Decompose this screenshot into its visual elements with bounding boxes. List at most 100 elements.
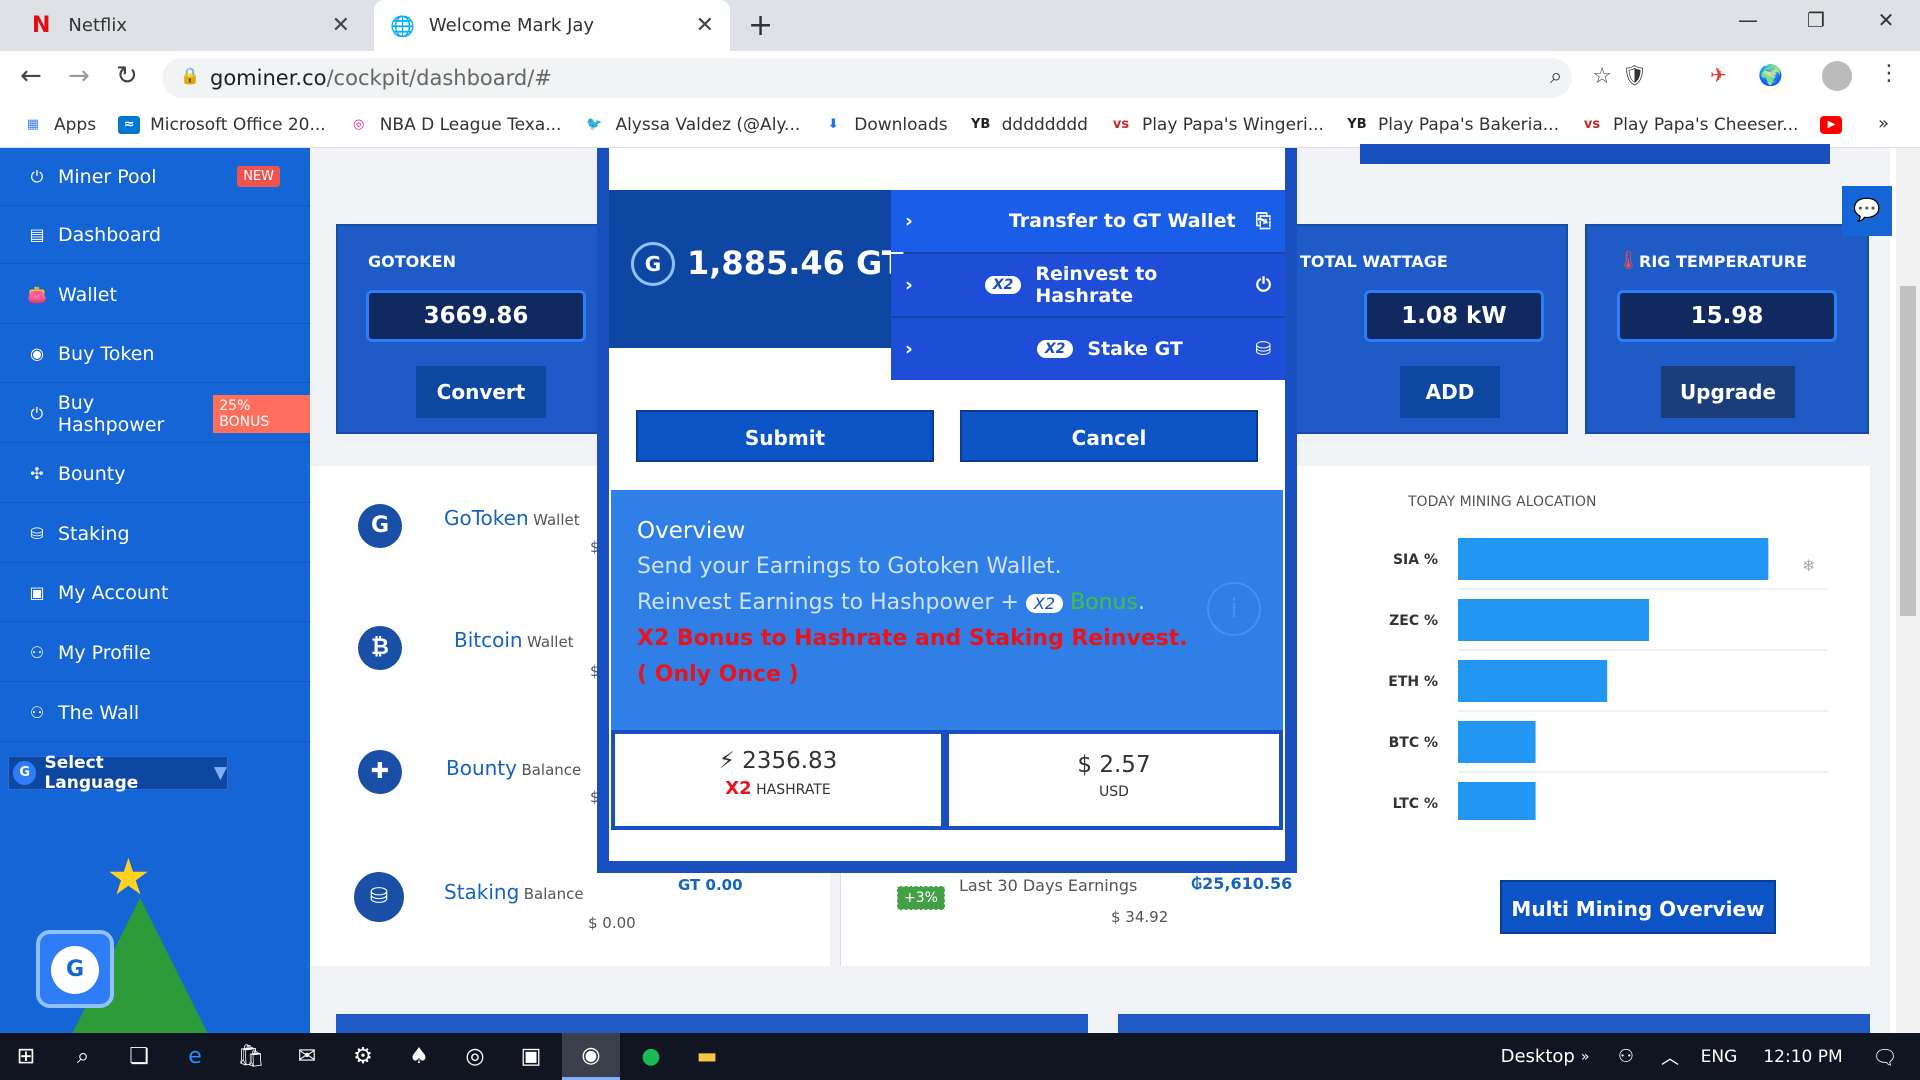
- staking-coins-icon: ⛁: [354, 872, 404, 922]
- forward-icon[interactable]: →: [68, 61, 90, 91]
- menu-icon[interactable]: ⋮: [1878, 61, 1900, 86]
- bookmark-office[interactable]: ≈ Microsoft Office 20...: [118, 115, 326, 135]
- bookmark-dddd[interactable]: YB dddddddd: [970, 115, 1088, 135]
- mail-icon[interactable]: ✉: [282, 1033, 332, 1080]
- hashrate-stat: ⚡ 2356.83 X2 HASHRATE: [615, 734, 941, 826]
- app-icon[interactable]: ◎: [450, 1033, 500, 1080]
- extension-icon[interactable]: ✈: [1710, 63, 1727, 87]
- chat-widget-logo[interactable]: G: [36, 930, 114, 1008]
- bookmark-downloads[interactable]: ⬇ Downloads: [822, 115, 948, 135]
- bookmark-nba[interactable]: ◎ NBA D League Texa...: [348, 115, 561, 135]
- extension-icon[interactable]: 🛡: [1622, 63, 1647, 87]
- cards-icon[interactable]: ♠: [394, 1033, 444, 1080]
- new-tab-icon[interactable]: +: [748, 8, 773, 43]
- gotoken-wallet[interactable]: G: [358, 504, 402, 548]
- bookmark-wingeria[interactable]: vs Play Papa's Wingeri...: [1110, 115, 1324, 135]
- bitcoin-wallet[interactable]: ₿: [358, 626, 402, 670]
- search-icon[interactable]: ⌕: [58, 1033, 108, 1080]
- youtube-icon: ▶: [1820, 116, 1843, 134]
- steam-icon[interactable]: ⚙: [338, 1033, 388, 1080]
- window-close-icon[interactable]: ✕: [1866, 8, 1906, 36]
- transfer-modal: G 1,885.46 GT › Transfer to GT Wallet ⎘ …: [597, 148, 1297, 873]
- yb-icon: YB: [1347, 117, 1367, 132]
- add-button[interactable]: ADD: [1400, 366, 1500, 418]
- sidebar-item-dashboard[interactable]: ▤ Dashboard: [0, 206, 310, 264]
- card-title: GOTOKEN: [368, 252, 456, 271]
- multi-mining-overview-button[interactable]: Multi Mining Overview: [1500, 880, 1776, 934]
- bounty-wallet[interactable]: ✚: [358, 750, 402, 794]
- sidebar-item-bounty[interactable]: ✣ Bounty: [0, 445, 310, 503]
- app-icon[interactable]: ▣: [506, 1033, 556, 1080]
- reload-icon[interactable]: ↻: [116, 61, 138, 91]
- sidebar-item-the-wall[interactable]: ⚇ The Wall: [0, 684, 310, 742]
- scrollbar[interactable]: [1896, 148, 1920, 1033]
- clock[interactable]: 12:10 PM: [1748, 1033, 1858, 1080]
- sidebar-item-miner-pool[interactable]: ⏻ Miner Pool NEW: [0, 148, 310, 206]
- zoom-icon[interactable]: ⌕: [1550, 64, 1562, 89]
- bookmark-apps[interactable]: ▦ Apps: [22, 115, 96, 135]
- edge-icon[interactable]: e: [170, 1033, 220, 1080]
- task-view-icon[interactable]: ❏: [114, 1033, 164, 1080]
- star-icon[interactable]: ☆: [1592, 64, 1612, 89]
- extension-icon[interactable]: 🌍: [1758, 63, 1783, 87]
- sidebar-item-staking[interactable]: ⛁ Staking: [0, 505, 310, 563]
- bookmark-bakeria[interactable]: YB Play Papa's Bakeria...: [1346, 115, 1559, 135]
- upgrade-button[interactable]: Upgrade: [1661, 366, 1795, 418]
- sidebar-item-wallet[interactable]: 👛 Wallet: [0, 266, 310, 324]
- sidebar-item-my-profile[interactable]: ⚇ My Profile: [0, 624, 310, 682]
- language-indicator[interactable]: ENG: [1694, 1033, 1744, 1080]
- bookmark-youtube[interactable]: ▶: [1820, 116, 1852, 134]
- bookmark-cheeseria[interactable]: vs Play Papa's Cheeser...: [1581, 115, 1799, 135]
- profile-avatar[interactable]: [1822, 61, 1852, 91]
- twitter-icon: 🐦: [586, 117, 603, 132]
- option-reinvest[interactable]: › X2 Reinvest to Hashrate ⏻: [891, 254, 1285, 316]
- yb-icon: YB: [970, 117, 991, 132]
- tab-welcome[interactable]: 🌐 Welcome Mark Jay ✕: [374, 0, 730, 51]
- usd-stat: $ 2.57 USD: [949, 734, 1279, 826]
- minimize-icon[interactable]: —: [1728, 8, 1768, 36]
- restore-icon[interactable]: ❐: [1796, 8, 1836, 36]
- sidebar-item-my-account[interactable]: ▣ My Account: [0, 564, 310, 622]
- close-icon[interactable]: ✕: [696, 13, 714, 38]
- dashboard-icon: ▤: [29, 225, 45, 244]
- sidebar-item-buy-hashpower[interactable]: ⏻ Buy Hashpower 25% BONUS: [0, 385, 310, 443]
- bookmark-alyssa[interactable]: 🐦 Alyssa Valdez (@Aly...: [583, 115, 800, 135]
- tab-title: Netflix: [68, 15, 128, 36]
- tab-strip: N Netflix ✕ 🌐 Welcome Mark Jay ✕ + — ❐ ✕: [0, 0, 1920, 51]
- staking-wallet[interactable]: ⛁: [354, 872, 404, 922]
- back-icon[interactable]: ←: [20, 61, 42, 91]
- option-stake[interactable]: › X2 Stake GT ⛁: [891, 318, 1285, 380]
- vs-icon: vs: [1112, 117, 1130, 132]
- spotify-icon[interactable]: ●: [626, 1033, 676, 1080]
- logo-icon: G: [13, 761, 37, 785]
- bookmarks-bar: ▦ Apps ≈ Microsoft Office 20... ◎ NBA D Lea…: [0, 103, 1920, 148]
- staking-gt: GT 0.00: [678, 876, 743, 894]
- allocation-chart: SIA % ZEC % ETH % BTC % LTC %: [1388, 538, 1828, 820]
- chrome-icon[interactable]: ◉: [562, 1033, 620, 1080]
- cancel-button[interactable]: Cancel: [960, 410, 1258, 462]
- temperature-value: 15.98: [1617, 290, 1837, 342]
- address-bar[interactable]: 🔒 gominer.co/cockpit/dashboard/# ⌕ ☆: [162, 58, 1612, 98]
- chevron-up-icon[interactable]: ︿: [1650, 1033, 1690, 1080]
- tab-netflix[interactable]: N Netflix ✕: [16, 0, 366, 51]
- desktop-toolbar[interactable]: Desktop»: [1490, 1033, 1600, 1080]
- people-icon[interactable]: ⚇: [1606, 1033, 1646, 1080]
- allocation-bar: [1458, 721, 1536, 763]
- notification-icon[interactable]: 🗨: [1860, 1033, 1910, 1080]
- file-explorer-icon[interactable]: ▬: [682, 1033, 732, 1080]
- temperature-card: 🌡 RIG TEMPERATURE 15.98 Upgrade: [1585, 224, 1869, 434]
- sidebar-item-buy-token[interactable]: ◉ Buy Token: [0, 325, 310, 383]
- store-icon[interactable]: 🛍: [226, 1033, 276, 1080]
- language-select[interactable]: G Select Language ▼: [8, 753, 228, 793]
- more-bookmarks-icon[interactable]: »: [1878, 113, 1889, 134]
- windows-start-icon[interactable]: ⊞: [0, 1033, 52, 1080]
- convert-button[interactable]: Convert: [416, 366, 546, 418]
- chat-icon[interactable]: 💬: [1842, 186, 1892, 236]
- wallet-icon: ⎘: [1255, 210, 1271, 232]
- close-icon[interactable]: ✕: [332, 13, 350, 38]
- submit-button[interactable]: Submit: [636, 410, 934, 462]
- balance-header: G 1,885.46 GT › Transfer to GT Wallet ⎘ …: [609, 190, 1285, 380]
- option-transfer[interactable]: › Transfer to GT Wallet ⎘: [891, 190, 1285, 252]
- scrollbar-thumb[interactable]: [1900, 286, 1916, 616]
- url-domain: gominer.co: [210, 66, 327, 90]
